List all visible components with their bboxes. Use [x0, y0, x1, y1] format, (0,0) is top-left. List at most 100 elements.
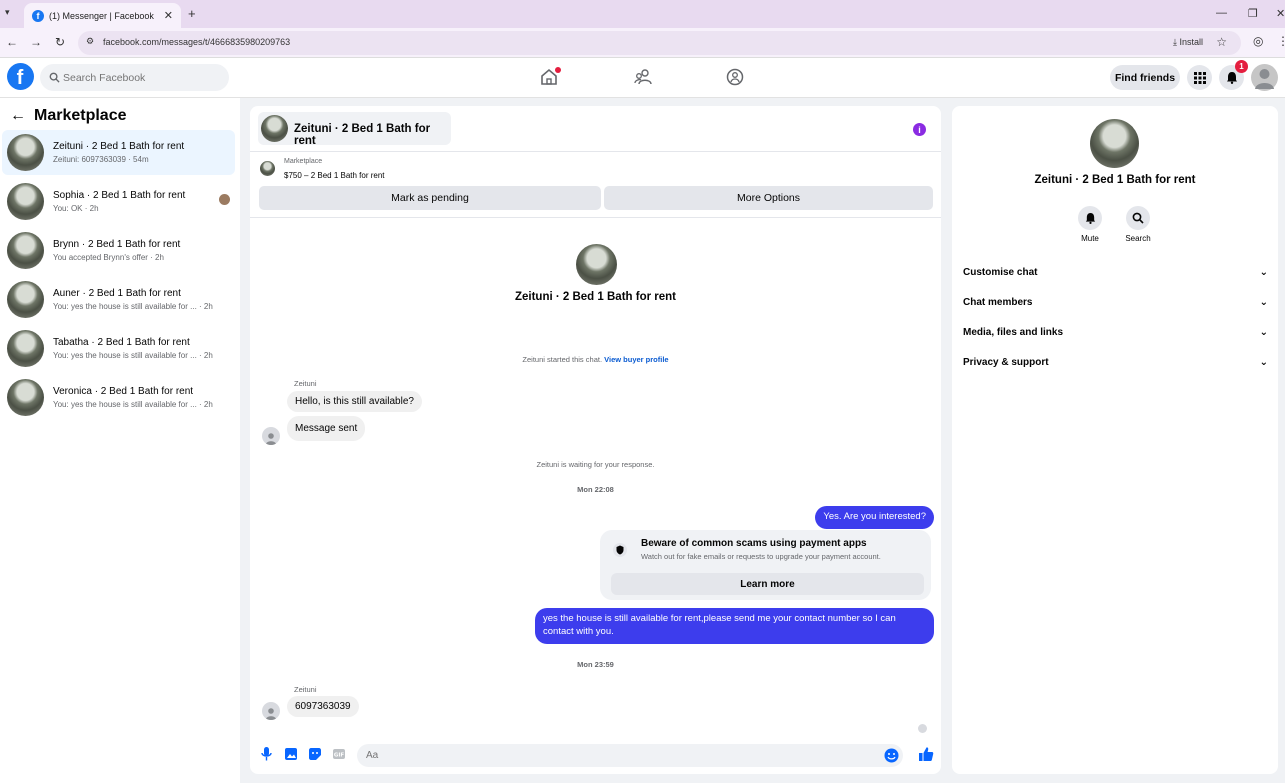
thumbs-up-icon[interactable]	[918, 746, 934, 762]
media-files-links-section[interactable]: Media, files and links ⌄	[963, 321, 1268, 343]
privacy-support-section[interactable]: Privacy & support ⌄	[963, 351, 1268, 373]
mute-button[interactable]	[1078, 206, 1102, 230]
conversation-item[interactable]: Sophia · 2 Bed 1 Bath for rent You: OK ·…	[2, 179, 235, 224]
svg-text:GIF: GIF	[334, 753, 345, 759]
conversation-preview: You accepted Brynn's offer · 2h	[53, 253, 164, 262]
minimize-icon[interactable]: —	[1216, 7, 1227, 19]
sender-avatar	[262, 427, 280, 445]
emoji-icon[interactable]	[884, 748, 899, 763]
friends-icon[interactable]	[634, 68, 652, 86]
incoming-message[interactable]: 6097363039	[287, 696, 359, 717]
divider	[250, 217, 941, 218]
divider	[250, 151, 941, 152]
address-bar[interactable]: ⚙ facebook.com/messages/t/46668359802097…	[78, 31, 1241, 55]
message-input[interactable]	[366, 750, 866, 761]
back-icon[interactable]: ←	[6, 35, 18, 49]
section-label: Customise chat	[963, 266, 1038, 278]
conversation-name: Tabatha · 2 Bed 1 Bath for rent	[53, 337, 190, 348]
listing-thumbnail	[7, 281, 44, 318]
tab-close-icon[interactable]: ✕	[164, 9, 173, 22]
chevron-down-icon: ⌄	[1259, 326, 1268, 338]
forward-icon[interactable]: →	[30, 35, 42, 49]
learn-more-button[interactable]: Learn more	[611, 573, 924, 595]
install-button[interactable]: ⤓ Install	[1173, 37, 1203, 48]
back-arrow-icon[interactable]: ←	[10, 107, 26, 125]
browser-tab[interactable]: f (1) Messenger | Facebook ✕	[24, 3, 181, 28]
close-window-icon[interactable]: ✕	[1276, 7, 1285, 20]
chevron-down-icon: ⌄	[1259, 296, 1268, 308]
mark-as-pending-button[interactable]: Mark as pending	[259, 186, 601, 210]
listing-thumbnail	[261, 115, 288, 142]
conversation-name: Brynn · 2 Bed 1 Bath for rent	[53, 239, 181, 250]
address-bar-row: ← → ↻ ⚙ facebook.com/messages/t/46668359…	[0, 28, 1285, 58]
url-text: facebook.com/messages/t/4666835980209763	[103, 37, 291, 47]
groups-icon[interactable]	[726, 68, 744, 86]
conversation-item[interactable]: Tabatha · 2 Bed 1 Bath for rent You: yes…	[2, 326, 235, 371]
restore-icon[interactable]: ❐	[1248, 7, 1258, 20]
conversation-item[interactable]: Veronica · 2 Bed 1 Bath for rent You: ye…	[2, 375, 235, 420]
chat-intro-avatar	[576, 244, 617, 285]
search-label: Search	[1125, 234, 1151, 243]
menu-grid-button[interactable]	[1187, 65, 1212, 90]
account-avatar[interactable]	[1251, 64, 1278, 91]
search-icon	[49, 72, 60, 83]
microphone-icon[interactable]	[261, 747, 272, 761]
chat-members-section[interactable]: Chat members ⌄	[963, 291, 1268, 313]
facebook-logo-icon[interactable]: f	[7, 63, 34, 90]
browser-tab-strip: ▾ f (1) Messenger | Facebook ✕ + — ❐ ✕	[0, 0, 1285, 28]
outgoing-message[interactable]: yes the house is still available for ren…	[535, 608, 934, 644]
incoming-message[interactable]: Hello, is this still available?	[287, 391, 422, 412]
more-options-button[interactable]: More Options	[604, 186, 933, 210]
chat-header-title-button[interactable]: Zeituni · 2 Bed 1 Bath for rent	[258, 112, 451, 147]
photo-icon[interactable]	[284, 747, 298, 761]
sidebar-header: ← Marketplace	[10, 107, 127, 125]
conversation-preview: You: OK · 2h	[53, 204, 99, 213]
sender-name: Zeituni	[294, 379, 317, 388]
search-input[interactable]	[63, 72, 213, 84]
incoming-message[interactable]: Message sent	[287, 416, 366, 441]
conversation-preview: You: yes the house is still available fo…	[53, 351, 213, 360]
default-avatar-icon	[265, 708, 277, 720]
search-in-chat-button[interactable]	[1126, 206, 1150, 230]
seen-avatar-icon	[219, 194, 230, 205]
chevron-down-icon: ⌄	[1259, 356, 1268, 368]
browser-menu-icon[interactable]: ⋮	[1277, 34, 1285, 48]
conversation-item[interactable]: Brynn · 2 Bed 1 Bath for rent You accept…	[2, 228, 235, 273]
facebook-favicon-icon: f	[32, 9, 44, 22]
conversation-name: Auner · 2 Bed 1 Bath for rent	[53, 288, 181, 299]
scam-warning-title: Beware of common scams using payment app…	[641, 538, 867, 549]
conversation-item[interactable]: Zeituni · 2 Bed 1 Bath for rent Zeituni:…	[2, 130, 235, 175]
sticker-icon[interactable]	[308, 747, 322, 761]
listing-title[interactable]: $750 – 2 Bed 1 Bath for rent	[284, 171, 385, 180]
info-icon[interactable]: i	[913, 123, 926, 136]
chat-header-title: Zeituni · 2 Bed 1 Bath for rent	[294, 123, 431, 147]
find-friends-button[interactable]: Find friends	[1110, 65, 1180, 90]
bell-icon	[1085, 212, 1095, 224]
tab-search-icon[interactable]: ▾	[5, 7, 10, 18]
message-composer[interactable]	[357, 744, 903, 767]
search-box[interactable]	[40, 64, 229, 91]
conversation-name: Zeituni · 2 Bed 1 Bath for rent	[53, 141, 185, 152]
reload-icon[interactable]: ↻	[55, 35, 65, 49]
sidebar-title: Marketplace	[34, 107, 127, 124]
waiting-notice: Zeituni is waiting for your response.	[536, 460, 655, 469]
shield-icon	[613, 543, 627, 557]
profile-icon[interactable]: ◎	[1253, 34, 1263, 48]
view-buyer-profile-link[interactable]: View buyer profile	[604, 355, 668, 364]
started-text: Zeituni started this chat.	[522, 355, 603, 364]
read-receipt-avatar	[918, 724, 927, 733]
site-info-icon[interactable]: ⚙	[86, 36, 94, 47]
chat-started-notice: Zeituni started this chat. View buyer pr…	[250, 355, 941, 364]
install-label: Install	[1179, 37, 1203, 47]
timestamp: Mon 23:59	[577, 660, 614, 669]
scam-warning-subtitle: Watch out for fake emails or requests to…	[641, 552, 881, 561]
customise-chat-section[interactable]: Customise chat ⌄	[963, 261, 1268, 283]
outgoing-message[interactable]: Yes. Are you interested?	[815, 506, 934, 529]
conversation-sidebar: ← Marketplace Zeituni · 2 Bed 1 Bath for…	[0, 98, 240, 783]
bookmark-star-icon[interactable]: ☆	[1216, 35, 1227, 49]
conversation-item[interactable]: Auner · 2 Bed 1 Bath for rent You: yes t…	[2, 277, 235, 322]
gif-icon[interactable]: GIF	[332, 747, 346, 761]
listing-thumbnail	[7, 183, 44, 220]
new-tab-icon[interactable]: +	[188, 6, 196, 21]
bell-icon	[1226, 72, 1237, 84]
